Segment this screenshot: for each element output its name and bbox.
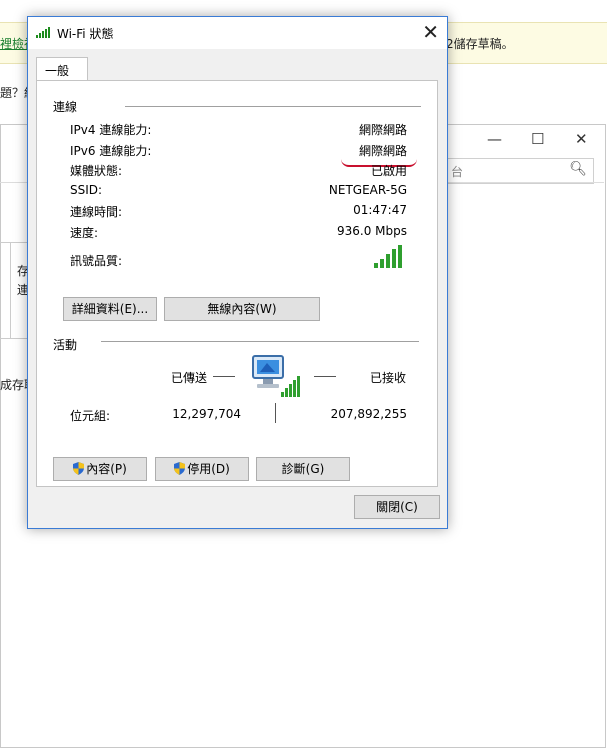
speed-label: 速度: (70, 226, 99, 240)
panel-border (0, 338, 27, 339)
general-tab-panel: 連線 IPv4 連線能力: 網際網路 IPv6 連線能力: 網際網路 媒體狀態:… (36, 80, 438, 487)
properties-button[interactable]: 內容(P) (53, 457, 147, 481)
uac-shield-icon (174, 462, 186, 475)
tab-general-label: 一般 (45, 64, 70, 78)
wireless-properties-button[interactable]: 無線內容(W) (164, 297, 320, 321)
duration-value: 01:47:47 (353, 203, 407, 217)
ssid-label: SSID: (70, 183, 103, 197)
connector-line (314, 376, 336, 377)
speed-value: 936.0 Mbps (336, 224, 407, 238)
close-icon[interactable]: ✕ (422, 20, 439, 44)
divider (0, 182, 27, 183)
section-divider (101, 341, 419, 342)
activity-section-title: 活動 (53, 338, 78, 352)
signal-strength-icon (374, 245, 406, 268)
search-icon[interactable]: 🔍︎ (569, 161, 587, 177)
duration-label: 連線時間: (70, 205, 123, 219)
ipv6-label: IPv6 連線能力: (70, 144, 152, 158)
connector-line (213, 376, 235, 377)
connection-section-title: 連線 (53, 100, 78, 114)
uac-shield-icon (73, 462, 85, 475)
details-button[interactable]: 詳細資料(E)... (63, 297, 157, 321)
panel-border (0, 242, 27, 243)
media-state-value: 已啟用 (370, 164, 407, 178)
media-state-label: 媒體狀態: (70, 164, 123, 178)
divider (447, 182, 604, 183)
ipv4-value: 網際網路 (358, 123, 407, 137)
search-input[interactable]: 台 🔍︎ (444, 158, 594, 184)
minimize-icon[interactable]: — (487, 130, 502, 148)
bytes-received-value: 207,892,255 (330, 407, 407, 421)
dialog-title: Wi-Fi 狀態 (57, 27, 114, 41)
bytes-sent-value: 12,297,704 (172, 407, 241, 421)
ipv4-label: IPv4 連線能力: (70, 123, 152, 137)
maximize-icon[interactable]: ☐ (531, 130, 544, 148)
diagnose-button[interactable]: 診斷(G) (256, 457, 350, 481)
signal-quality-label: 訊號品質: (70, 254, 123, 268)
panel-border (10, 242, 11, 338)
wifi-status-dialog: Wi-Fi 狀態 ✕ 一般 連線 IPv4 連線能力: 網際網路 IPv6 連線… (27, 16, 448, 529)
wifi-signal-icon (36, 26, 52, 38)
received-label: 已接收 (370, 371, 407, 385)
bytes-label: 位元組: (70, 409, 111, 423)
sent-label: 已傳送 (171, 371, 208, 385)
close-icon[interactable]: ✕ (575, 130, 588, 148)
section-divider (125, 106, 421, 107)
properties-button-label: 內容(P) (86, 462, 127, 476)
disable-button[interactable]: 停用(D) (155, 457, 249, 481)
dialog-titlebar[interactable]: Wi-Fi 狀態 ✕ (28, 17, 447, 49)
ipv6-value: 網際網路 (358, 144, 407, 158)
network-computer-icon (251, 352, 301, 400)
activity-separator (275, 403, 276, 423)
banner-text: 2儲存草稿。 (446, 37, 514, 51)
search-placeholder: 台 (451, 165, 464, 179)
disable-button-label: 停用(D) (187, 462, 230, 476)
tab-general[interactable]: 一般 (36, 57, 88, 82)
close-button[interactable]: 關閉(C) (354, 495, 440, 519)
ssid-value: NETGEAR-5G (328, 183, 407, 197)
